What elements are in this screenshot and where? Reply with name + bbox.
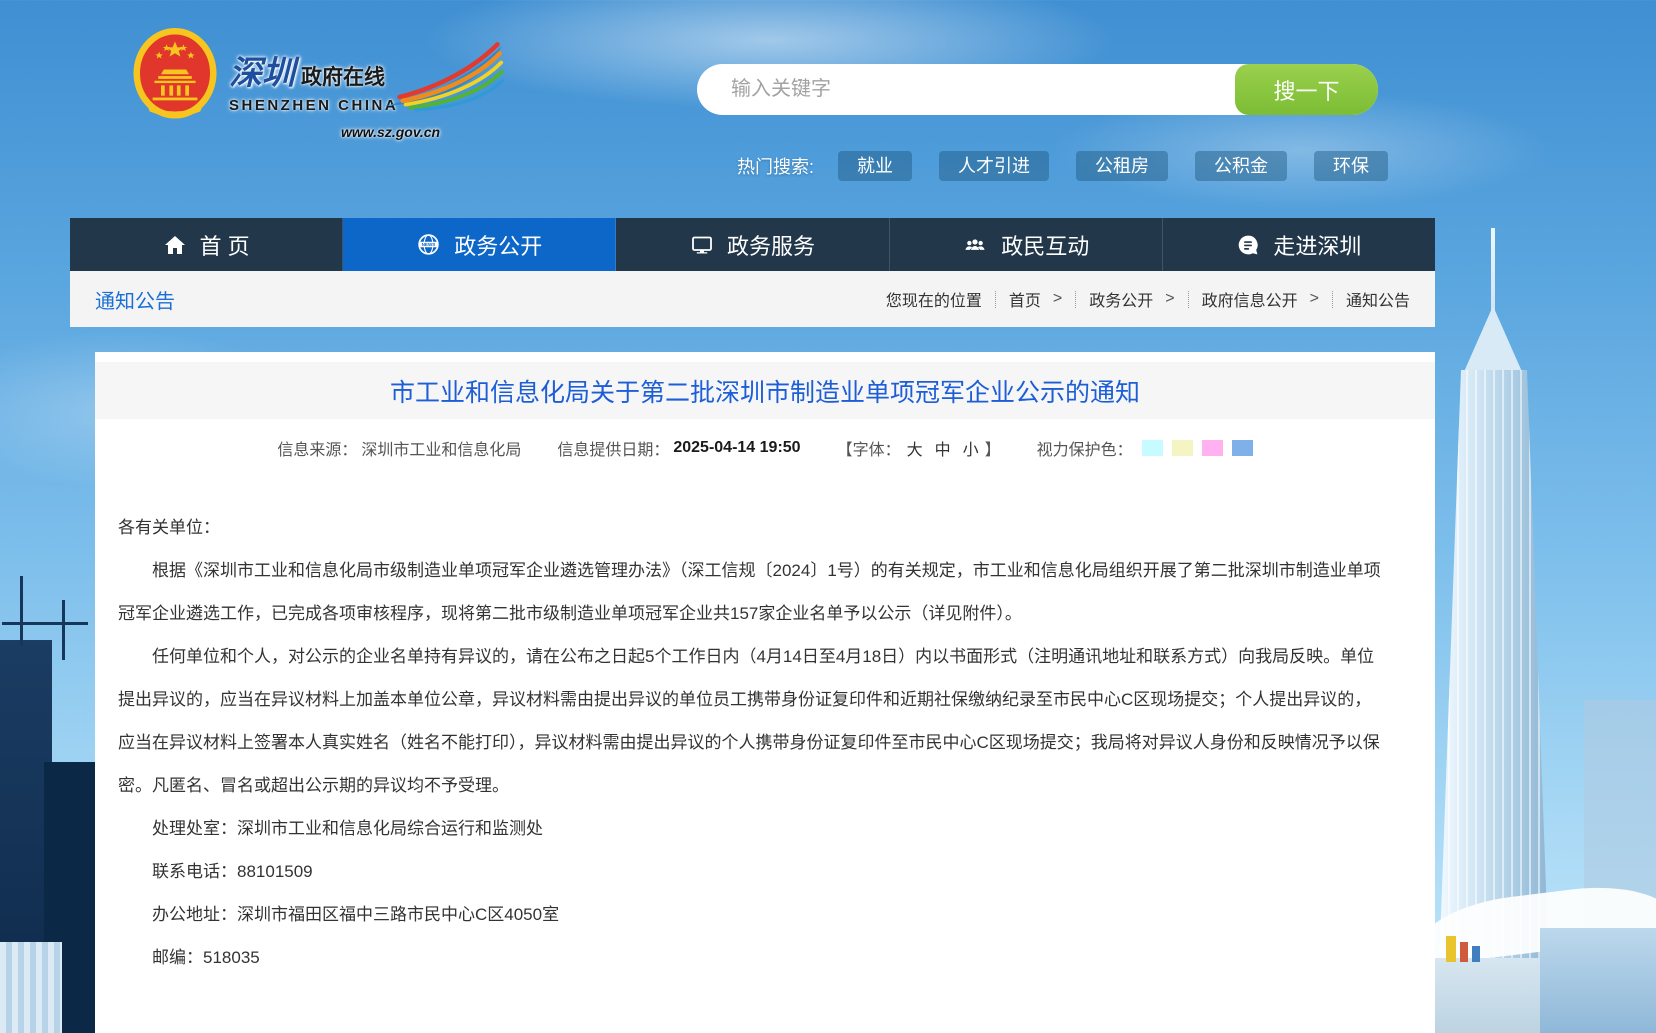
hot-search-tag-employment[interactable]: 就业 bbox=[838, 151, 912, 181]
article-card: 市工业和信息化局关于第二批深圳市制造业单项冠军企业公示的通知 信息来源： 深圳市… bbox=[95, 352, 1435, 1033]
eye-protect-swatch-pink[interactable] bbox=[1202, 440, 1223, 456]
news-globe-icon: NEWS bbox=[416, 232, 441, 257]
hot-search-tag-talent[interactable]: 人才引进 bbox=[939, 151, 1049, 181]
nav-item-label: 首 页 bbox=[200, 229, 250, 261]
article-body: 各有关单位： 根据《深圳市工业和信息化局市级制造业单项冠军企业遴选管理办法》（深… bbox=[95, 460, 1435, 979]
font-size-label-close: 】 bbox=[985, 436, 1001, 460]
meta-source-label: 信息来源： bbox=[277, 436, 357, 460]
svg-text:NEWS: NEWS bbox=[422, 242, 436, 247]
nav-item-label: 走进深圳 bbox=[1273, 229, 1361, 261]
font-size-control: 【字体： 大 中 小 】 bbox=[837, 436, 1001, 460]
meta-source-value: 深圳市工业和信息化局 bbox=[361, 436, 521, 460]
breadcrumb-divider bbox=[1332, 291, 1333, 308]
nav-item-label: 政务公开 bbox=[454, 229, 542, 261]
color-block-decoration bbox=[1472, 946, 1480, 962]
home-icon bbox=[163, 233, 187, 257]
china-national-emblem-icon bbox=[133, 26, 217, 150]
breadcrumb-separator: > bbox=[1165, 290, 1174, 308]
monitor-icon bbox=[690, 233, 714, 257]
article-detail-address: 办公地址：深圳市福田区福中三路市民中心C区4050室 bbox=[118, 893, 1388, 936]
nav-item-public-interaction[interactable]: 政民互动 bbox=[890, 218, 1163, 271]
pingan-tower-crown bbox=[1463, 306, 1523, 374]
font-size-large-button[interactable]: 大 bbox=[907, 436, 923, 460]
section-title: 通知公告 bbox=[95, 285, 175, 314]
chat-bubble-icon bbox=[1236, 233, 1260, 257]
article-salutation: 各有关单位： bbox=[118, 506, 1388, 549]
breadcrumb-divider bbox=[995, 291, 996, 308]
search-button[interactable]: 搜一下 bbox=[1235, 64, 1378, 115]
pingan-tower-spire bbox=[1491, 228, 1495, 314]
pingan-tower bbox=[1439, 370, 1549, 970]
skyline-antenna bbox=[20, 576, 23, 646]
eye-protect-control: 视力保护色： bbox=[1037, 436, 1253, 460]
font-size-medium-button[interactable]: 中 bbox=[935, 436, 951, 460]
breadcrumb-bar: 通知公告 您现在的位置 首页 > 政务公开 > 政府信息公开 > 通知公告 bbox=[70, 271, 1435, 327]
article-meta: 信息来源： 深圳市工业和信息化局 信息提供日期： 2025-04-14 19:5… bbox=[95, 436, 1435, 460]
site-name-script: 深圳 bbox=[229, 56, 295, 92]
article-detail-phone: 联系电话：88101509 bbox=[118, 850, 1388, 893]
eye-protect-swatch-yellow[interactable] bbox=[1172, 440, 1193, 456]
breadcrumb-current: 通知公告 bbox=[1346, 287, 1410, 311]
hot-search-tag-environment[interactable]: 环保 bbox=[1314, 151, 1388, 181]
article-detail-department: 处理处室：深圳市工业和信息化局综合运行和监测处 bbox=[118, 807, 1388, 850]
breadcrumb-link-gov-info[interactable]: 政府信息公开 bbox=[1202, 287, 1298, 311]
meta-date: 信息提供日期： 2025-04-14 19:50 bbox=[557, 436, 800, 460]
site-logo[interactable]: 深圳政府在线 SHENZHEN CHINA www.sz.gov.cn bbox=[133, 26, 494, 150]
users-icon bbox=[962, 232, 988, 258]
breadcrumb: 您现在的位置 首页 > 政务公开 > 政府信息公开 > 通知公告 bbox=[886, 287, 1410, 311]
nav-item-label: 政务服务 bbox=[727, 229, 815, 261]
crane-decoration bbox=[62, 600, 65, 660]
site-name-cn: 政府在线 bbox=[301, 66, 385, 89]
breadcrumb-link-gov-disclosure[interactable]: 政务公开 bbox=[1089, 287, 1153, 311]
nav-item-gov-disclosure[interactable]: NEWS 政务公开 bbox=[343, 218, 616, 271]
hot-search-tag-provident-fund[interactable]: 公积金 bbox=[1195, 151, 1287, 181]
search-bar: 搜一下 bbox=[697, 64, 1378, 115]
rainbow-swoosh-icon bbox=[377, 30, 505, 127]
hot-search-row: 热门搜索: 就业 人才引进 公租房 公积金 环保 bbox=[737, 151, 1415, 181]
color-block-decoration bbox=[1460, 942, 1468, 962]
main-nav: 首 页 NEWS 政务公开 政务服务 bbox=[70, 218, 1435, 271]
article-paragraph: 根据《深圳市工业和信息化局市级制造业单项冠军企业遴选管理办法》（深工信规〔202… bbox=[118, 549, 1388, 635]
eye-protect-swatch-cyan[interactable] bbox=[1142, 440, 1163, 456]
meta-date-value: 2025-04-14 19:50 bbox=[673, 439, 800, 457]
nav-item-gov-services[interactable]: 政务服务 bbox=[616, 218, 889, 271]
font-size-small-button[interactable]: 小 bbox=[963, 436, 979, 460]
meta-source: 信息来源： 深圳市工业和信息化局 bbox=[277, 436, 521, 460]
site-url: www.sz.gov.cn bbox=[341, 124, 440, 140]
meta-date-label: 信息提供日期： bbox=[557, 436, 669, 460]
color-block-decoration bbox=[1446, 936, 1456, 962]
font-size-label-open: 【字体： bbox=[837, 436, 901, 460]
site-logo-text: 深圳政府在线 SHENZHEN CHINA www.sz.gov.cn bbox=[229, 46, 494, 150]
nav-item-home[interactable]: 首 页 bbox=[70, 218, 343, 271]
breadcrumb-link-home[interactable]: 首页 bbox=[1009, 287, 1041, 311]
crane-decoration bbox=[2, 622, 88, 625]
article-title-band: 市工业和信息化局关于第二批深圳市制造业单项冠军企业公示的通知 bbox=[95, 362, 1435, 419]
eye-protect-swatch-blue[interactable] bbox=[1232, 440, 1253, 456]
article-paragraph: 任何单位和个人，对公示的企业名单持有异议的，请在公布之日起5个工作日内（4月14… bbox=[118, 635, 1388, 807]
hot-search-tag-public-housing[interactable]: 公租房 bbox=[1076, 151, 1168, 181]
nav-item-label: 政民互动 bbox=[1001, 229, 1089, 261]
page-header: 深圳政府在线 SHENZHEN CHINA www.sz.gov.cn 搜一下 … bbox=[0, 0, 1656, 218]
breadcrumb-location-label: 您现在的位置 bbox=[886, 287, 982, 311]
hot-search-label: 热门搜索: bbox=[737, 153, 814, 179]
article-detail-postcode: 邮编：518035 bbox=[118, 936, 1388, 979]
breadcrumb-divider bbox=[1075, 291, 1076, 308]
breadcrumb-separator: > bbox=[1310, 290, 1319, 308]
breadcrumb-separator: > bbox=[1053, 290, 1062, 308]
nav-item-about-shenzhen[interactable]: 走进深圳 bbox=[1163, 218, 1435, 271]
skyline-glass-right bbox=[1540, 928, 1656, 1033]
breadcrumb-divider bbox=[1188, 291, 1189, 308]
page-title: 市工业和信息化局关于第二批深圳市制造业单项冠军企业公示的通知 bbox=[390, 373, 1140, 409]
skyline-wall-left bbox=[0, 942, 62, 1033]
eye-protect-label: 视力保护色： bbox=[1037, 436, 1133, 460]
